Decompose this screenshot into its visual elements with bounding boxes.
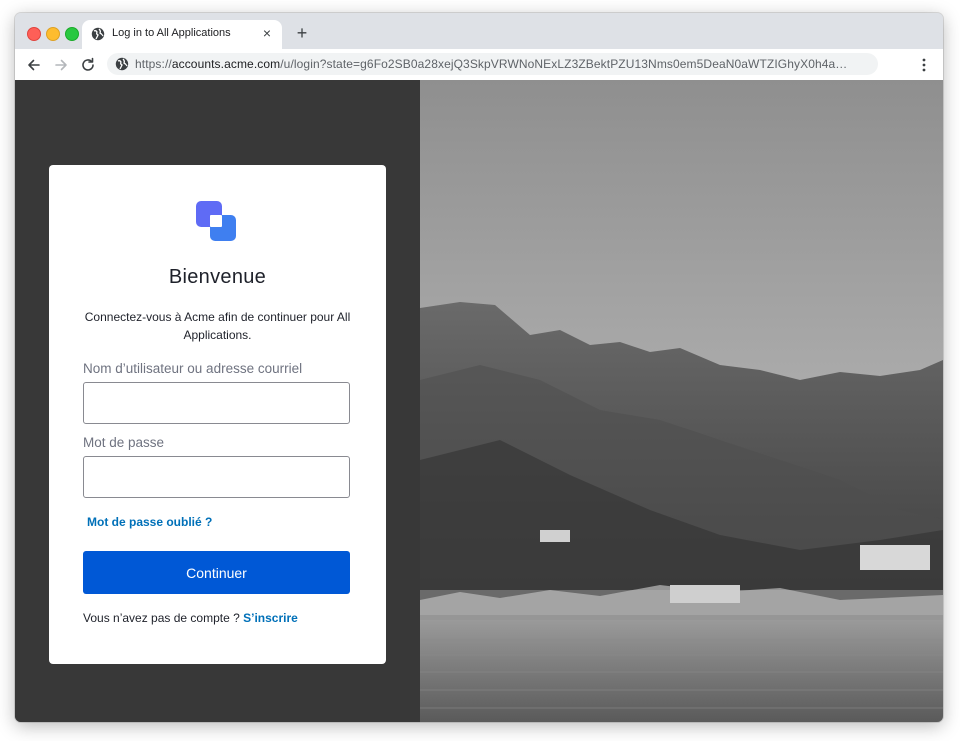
left-panel: Bienvenue Connectez-vous à Acme afin de … <box>15 80 420 722</box>
minimize-window-button[interactable] <box>46 27 60 41</box>
close-icon[interactable]: × <box>259 25 275 41</box>
url-scheme: https:// <box>135 57 172 71</box>
username-label: Nom d’utilisateur ou adresse courriel <box>83 361 303 376</box>
close-window-button[interactable] <box>27 27 41 41</box>
browser-window: Log in to All Applications × + https://a… <box>15 13 943 722</box>
url-host: accounts.acme.com <box>171 57 281 71</box>
signup-link[interactable]: S’inscrire <box>243 611 298 625</box>
forgot-password-link[interactable]: Mot de passe oublié ? <box>87 515 212 529</box>
page-content: Bienvenue Connectez-vous à Acme afin de … <box>15 80 943 722</box>
continue-button[interactable]: Continuer <box>83 551 350 594</box>
tab-strip: Log in to All Applications × + <box>15 13 943 49</box>
url-text: https://accounts.acme.com/u/login?state=… <box>135 57 847 71</box>
login-card: Bienvenue Connectez-vous à Acme afin de … <box>49 165 386 664</box>
browser-toolbar: https://accounts.acme.com/u/login?state=… <box>15 49 943 81</box>
background-photo <box>420 80 943 722</box>
page-title: Bienvenue <box>168 266 267 288</box>
forward-arrow-icon[interactable] <box>51 55 71 75</box>
tab-title: Log in to All Applications <box>112 27 231 39</box>
url-path: /u/login?state=g6Fo2SB0a28xejQ3SkpVRWNoN… <box>280 57 848 71</box>
login-description: Connectez-vous à Acme afin de continuer … <box>84 310 351 342</box>
username-input[interactable] <box>83 382 350 424</box>
globe-icon <box>115 57 129 71</box>
no-account-text: Vous n’avez pas de compte ? <box>83 611 240 625</box>
globe-icon <box>91 27 105 41</box>
password-label: Mot de passe <box>83 435 165 450</box>
reload-icon[interactable] <box>78 55 98 75</box>
back-arrow-icon[interactable] <box>24 55 44 75</box>
maximize-window-button[interactable] <box>65 27 79 41</box>
password-input[interactable] <box>83 456 350 498</box>
browser-tab[interactable]: Log in to All Applications × <box>82 20 282 49</box>
plus-icon[interactable]: + <box>292 23 312 43</box>
signup-prompt: Vous n’avez pas de compte ? S’inscrire <box>83 611 298 625</box>
kebab-menu-icon[interactable] <box>917 57 931 73</box>
address-bar[interactable]: https://accounts.acme.com/u/login?state=… <box>107 53 878 75</box>
acme-logo-icon <box>196 201 236 241</box>
